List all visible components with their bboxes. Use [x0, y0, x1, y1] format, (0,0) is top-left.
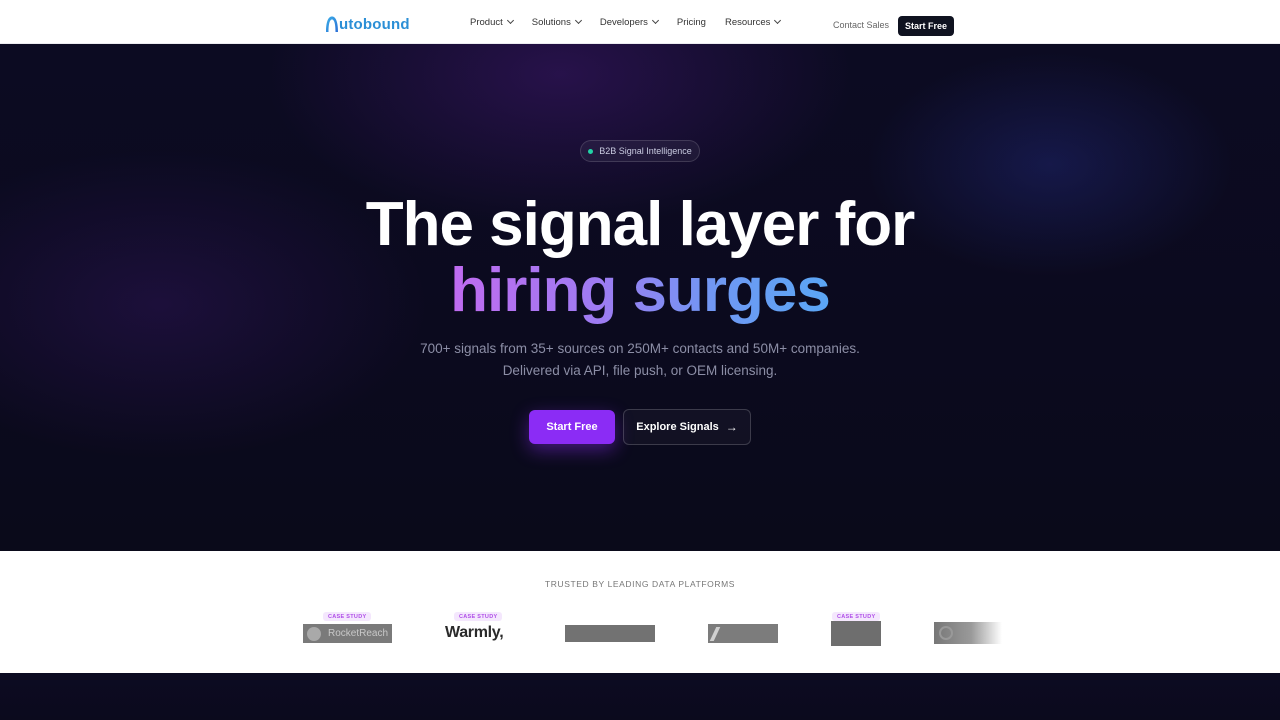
- nav-item-pricing[interactable]: Pricing: [677, 17, 706, 28]
- partner-logo-4[interactable]: [708, 624, 778, 643]
- chevron-down-icon: [506, 16, 514, 25]
- hero-subtitle-line2: Delivered via API, file push, or OEM lic…: [502, 363, 778, 378]
- start-free-button[interactable]: Start Free: [529, 410, 615, 444]
- trusted-by-section: TRUSTED BY LEADING DATA PLATFORMS CASE S…: [0, 551, 1280, 673]
- partner-logo-ring-icon: [939, 626, 953, 640]
- nav-item-label: Product: [470, 16, 503, 28]
- nav-item-label: Resources: [724, 16, 771, 28]
- nav-start-free-button[interactable]: Start Free: [898, 16, 954, 36]
- nav-item-label: Pricing: [676, 16, 706, 28]
- hero-headline-line1: The signal layer for: [365, 190, 916, 259]
- badge-label: B2B Signal Intelligence: [599, 146, 692, 156]
- arrow-right-icon: →: [725, 420, 738, 434]
- hero-headline-gradient-text: hiring surges: [450, 256, 831, 325]
- case-study-badge: CASE STUDY: [323, 612, 372, 621]
- nav-item-developers[interactable]: Developers: [599, 16, 659, 28]
- partner-logo-6[interactable]: [934, 622, 1002, 644]
- hero-subtitle-line1: 700+ signals from 35+ sources on 250M+ c…: [420, 341, 860, 356]
- trusted-title: TRUSTED BY LEADING DATA PLATFORMS: [544, 579, 736, 589]
- nav-item-label: Solutions: [531, 16, 571, 28]
- autobound-logo[interactable]: utobound: [325, 14, 410, 34]
- nav-links: Product Solutions Developers Pricing Res…: [470, 0, 799, 44]
- hero-badge: B2B Signal Intelligence: [580, 140, 700, 162]
- hero-headline-line2: hiring surges: [0, 256, 1280, 326]
- partner-logo-mark-icon: [709, 626, 721, 641]
- logo-arch-icon: [326, 16, 338, 32]
- chevron-down-icon: [774, 16, 782, 25]
- nav-item-product[interactable]: Product: [470, 16, 514, 28]
- explore-signals-button[interactable]: Explore Signals →: [623, 409, 751, 445]
- partner-logo-5[interactable]: [831, 621, 881, 646]
- explore-signals-label: Explore Signals: [636, 421, 719, 433]
- hero-section: B2B Signal Intelligence The signal layer…: [0, 44, 1280, 551]
- nav-item-solutions[interactable]: Solutions: [531, 16, 582, 28]
- partner-logo-3[interactable]: [565, 625, 655, 642]
- partner-logo-rocketreach[interactable]: RocketReach: [303, 624, 392, 643]
- nav-item-resources[interactable]: Resources: [724, 16, 782, 28]
- chevron-down-icon: [651, 16, 659, 25]
- partner-logo-label: RocketReach: [328, 628, 389, 639]
- case-study-badge: CASE STUDY: [454, 612, 503, 621]
- next-section-dark: [0, 673, 1280, 720]
- status-dot-icon: [588, 148, 594, 154]
- nav-item-label: Developers: [599, 16, 648, 28]
- rocketreach-logo-icon: [307, 626, 321, 641]
- case-study-badge: CASE STUDY: [832, 612, 881, 621]
- chevron-down-icon: [574, 16, 582, 25]
- logo-text: utobound: [339, 15, 410, 33]
- top-navigation: utobound Product Solutions Developers Pr…: [0, 0, 1280, 44]
- contact-sales-link[interactable]: Contact Sales: [833, 20, 889, 30]
- partner-logo-warmly[interactable]: Warmly,: [445, 624, 504, 642]
